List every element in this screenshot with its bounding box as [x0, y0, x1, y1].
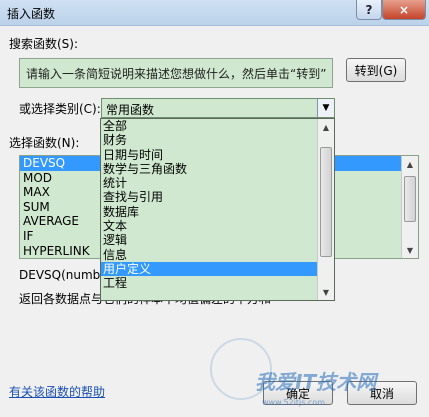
category-option[interactable]: 逻辑	[101, 233, 334, 247]
go-button[interactable]: 转到(G)	[346, 58, 406, 82]
category-option[interactable]: 工程	[101, 276, 334, 290]
category-option[interactable]: 用户定义	[101, 261, 334, 277]
category-dropdown-list[interactable]: 全部 财务 日期与时间 数学与三角函数 统计 查找与引用 数据库 文本 逻辑 信息 用户定义 工程 ▲…	[100, 118, 335, 301]
scroll-thumb[interactable]	[404, 176, 416, 222]
category-option[interactable]: 查找与引用	[101, 190, 334, 204]
category-option[interactable]: 财务	[101, 133, 334, 147]
category-option[interactable]: 数据库	[101, 205, 334, 219]
category-option[interactable]: 日期与时间	[101, 148, 334, 162]
close-icon[interactable]: ×	[382, 0, 426, 20]
help-icon[interactable]: ?	[356, 0, 382, 20]
dropdown-scrollbar[interactable]: ▲ ▼	[317, 119, 334, 300]
function-help-link[interactable]: 有关该函数的帮助	[9, 383, 105, 400]
category-selected-value: 常用函数	[106, 103, 155, 117]
category-option[interactable]: 统计	[101, 176, 334, 190]
chevron-down-icon[interactable]: ▼	[317, 99, 334, 117]
scroll-down-icon[interactable]: ▼	[402, 242, 418, 258]
search-input[interactable]: 请输入一条简短说明来描述您想做什么，然后单击“转到”	[19, 58, 333, 88]
dropdown-scroll-down-icon[interactable]: ▼	[318, 284, 334, 300]
scroll-up-icon[interactable]: ▲	[402, 156, 418, 172]
category-option[interactable]: 数学与三角函数	[101, 162, 334, 176]
category-option[interactable]: 信息	[101, 248, 334, 262]
watermark-url: www.52itjs.com	[262, 398, 325, 407]
search-label: 搜索函数(S):	[9, 37, 79, 51]
category-select[interactable]: 常用函数 ▼	[101, 98, 335, 118]
watermark-text: 我爱IT技术网	[255, 370, 377, 394]
dropdown-scroll-up-icon[interactable]: ▲	[318, 119, 334, 135]
category-option[interactable]: 全部	[101, 119, 334, 133]
window-title: 插入函数	[7, 7, 56, 21]
function-list-label: 选择函数(N):	[9, 136, 80, 150]
dropdown-scroll-thumb[interactable]	[320, 147, 332, 257]
title-bar: 插入函数 ? ×	[0, 0, 429, 26]
category-option[interactable]: 文本	[101, 219, 334, 233]
function-list-scrollbar[interactable]: ▲ ▼	[401, 156, 418, 258]
category-label: 或选择类别(C):	[19, 102, 101, 116]
